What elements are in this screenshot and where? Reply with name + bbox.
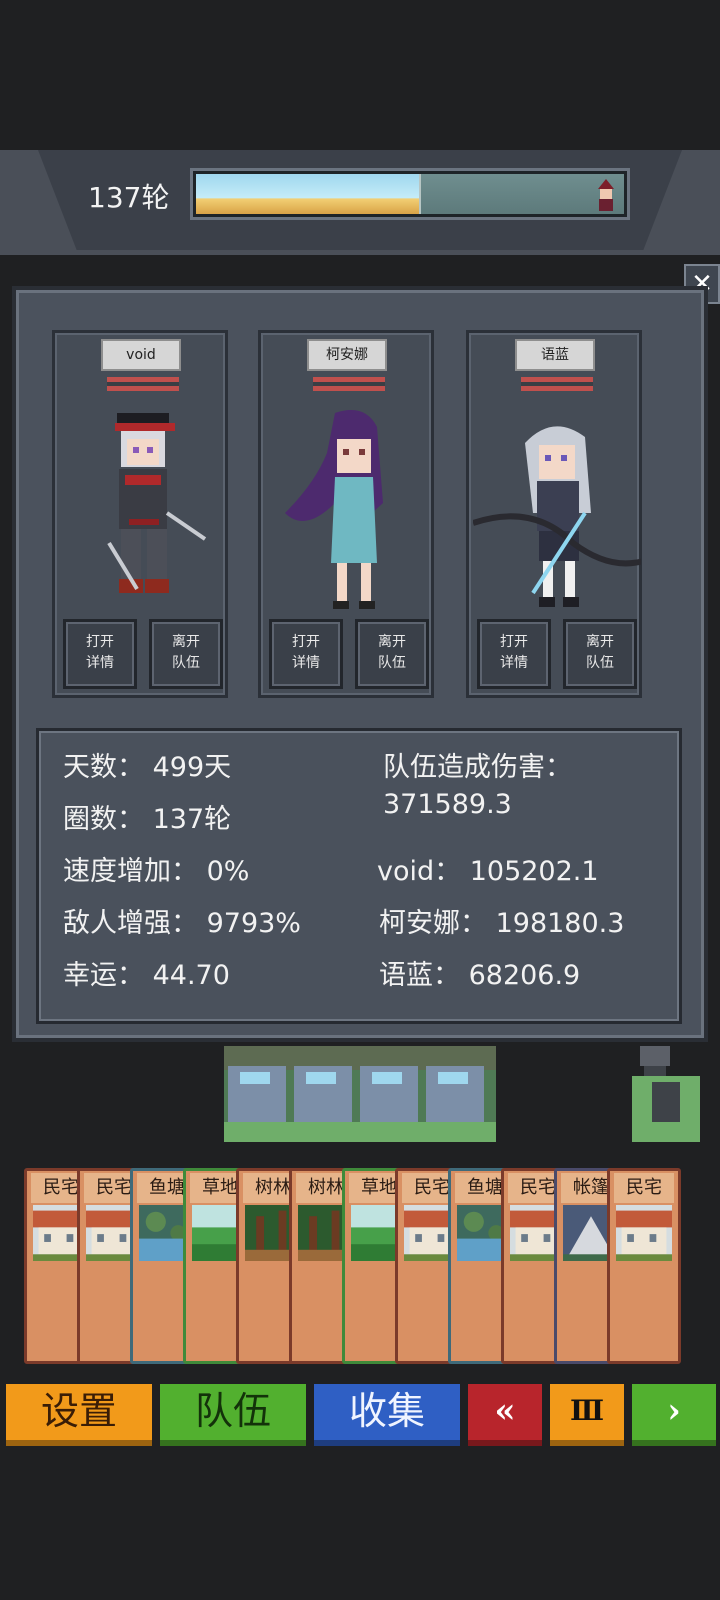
card-name: 民宅 bbox=[614, 1173, 674, 1203]
damage-total: 371589.3 bbox=[383, 789, 512, 820]
leave-team-button[interactable]: 离开 队伍 bbox=[355, 619, 429, 689]
round-progress-bar bbox=[190, 168, 630, 220]
progress-fill bbox=[196, 174, 419, 214]
damage-yulan: 语蓝： 68206.9 bbox=[379, 960, 581, 991]
collect-label: 收集 bbox=[348, 1389, 425, 1433]
play-icon: › bbox=[667, 1391, 681, 1431]
hero-hp-bar bbox=[521, 377, 593, 391]
card-house[interactable]: 民宅 bbox=[607, 1168, 681, 1364]
team-label: 队伍 bbox=[194, 1389, 271, 1433]
damage-title: 队伍造成伤害： bbox=[383, 752, 572, 783]
round-counter: 137轮 bbox=[88, 181, 170, 214]
open-details-button[interactable]: 打开 详情 bbox=[63, 619, 137, 689]
play-button[interactable]: › bbox=[632, 1384, 716, 1446]
hero-portrait-yulan bbox=[473, 426, 641, 607]
leave-team-button[interactable]: 离开 队伍 bbox=[149, 619, 223, 689]
open-details-button[interactable]: 打开 详情 bbox=[269, 619, 343, 689]
hero-name: 语蓝 bbox=[515, 339, 595, 371]
team-button[interactable]: 队伍 bbox=[160, 1384, 306, 1446]
stat-speed: 速度增加： 0% bbox=[63, 856, 250, 887]
card-art bbox=[616, 1205, 672, 1261]
damage-void: void： 105202.1 bbox=[377, 856, 599, 887]
stat-rounds: 圈数： 137轮 bbox=[63, 804, 232, 835]
rewind-icon: « bbox=[494, 1391, 516, 1431]
hero-name: 柯安娜 bbox=[307, 339, 387, 371]
hero-portrait-keanna bbox=[285, 410, 383, 609]
open-details-button[interactable]: 打开 详情 bbox=[477, 619, 551, 689]
stat-luck: 幸运： 44.70 bbox=[63, 960, 230, 991]
hero-hp-bar bbox=[107, 377, 179, 391]
hero-card-keanna: 柯安娜 打开 详情 离开 队伍 bbox=[258, 330, 434, 698]
map-tiles bbox=[224, 1046, 496, 1142]
rewind-button[interactable]: « bbox=[468, 1384, 542, 1446]
hero-portrait-void bbox=[107, 413, 207, 593]
stat-enemy-boost: 敌人增强： 9793% bbox=[63, 908, 301, 939]
enemy-marker-icon bbox=[598, 179, 614, 211]
settings-label: 设置 bbox=[40, 1389, 117, 1433]
stat-days: 天数： 499天 bbox=[63, 752, 232, 783]
pause-button[interactable]: Ⅲ bbox=[550, 1384, 624, 1446]
damage-keanna: 柯安娜： 198180.3 bbox=[379, 908, 625, 939]
bottom-menu: 设置 队伍 收集 « Ⅲ › bbox=[0, 1384, 720, 1446]
map-tile-grass bbox=[632, 1076, 700, 1142]
hero-card-yulan: 语蓝 打开 详情 离开 队伍 bbox=[466, 330, 642, 698]
leave-team-button[interactable]: 离开 队伍 bbox=[563, 619, 637, 689]
card-hand: 民宅 民宅 鱼塘 草地 树林 树林 草地 民宅 鱼塘 民宅 帐篷 民宅 bbox=[24, 1168, 714, 1364]
stats-panel: 天数： 499天 圈数： 137轮 速度增加： 0% 敌人增强： 9793% 幸… bbox=[36, 728, 682, 1024]
hero-hp-bar bbox=[313, 377, 385, 391]
settings-button[interactable]: 设置 bbox=[6, 1384, 152, 1446]
hero-name: void bbox=[101, 339, 181, 371]
hero-card-void: void 打开 详情 离开 队伍 bbox=[52, 330, 228, 698]
collect-button[interactable]: 收集 bbox=[314, 1384, 460, 1446]
pause-icon: Ⅲ bbox=[569, 1394, 605, 1427]
